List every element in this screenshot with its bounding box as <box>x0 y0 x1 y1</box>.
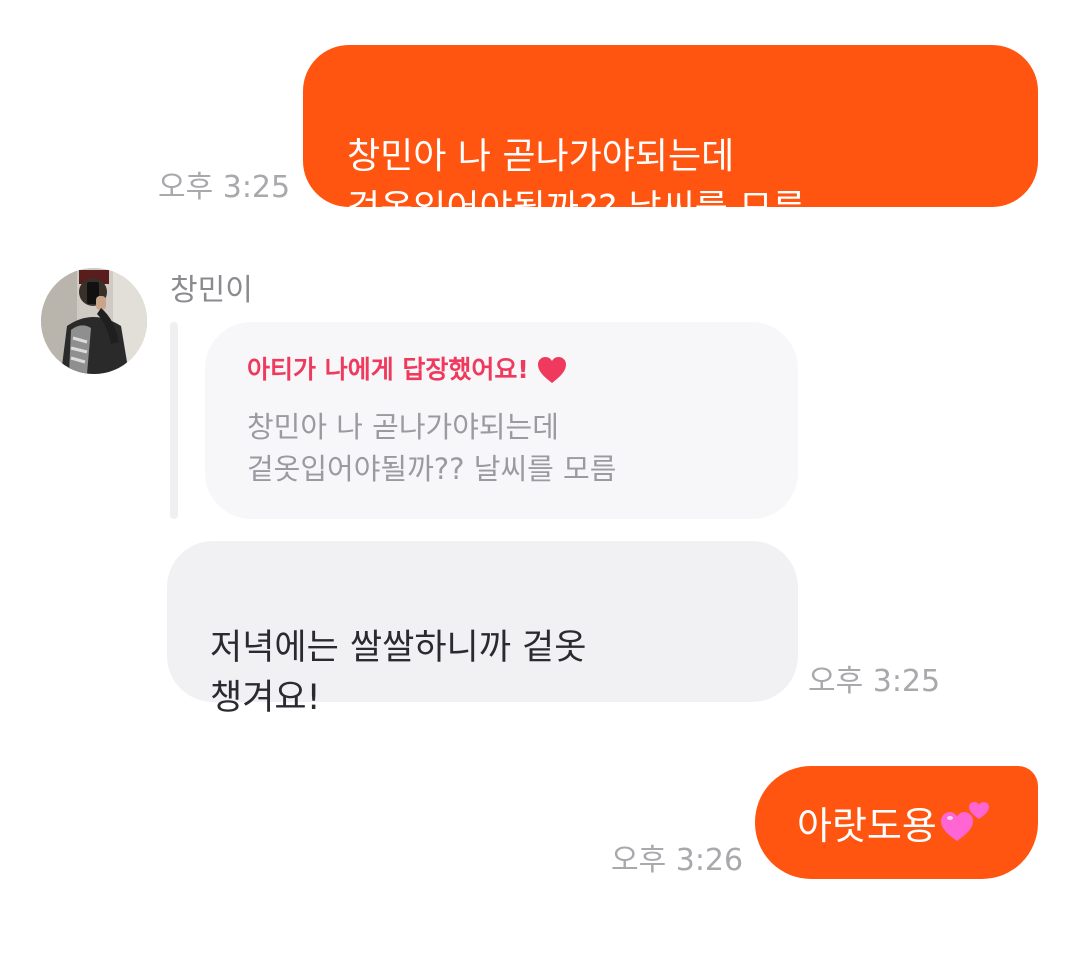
message-timestamp: 오후 3:26 <box>611 843 744 878</box>
profile-photo <box>41 268 147 374</box>
quote-bar <box>170 322 178 519</box>
two-hearts-icon <box>940 801 989 841</box>
message-text: 창민아 나 곧나가야되는데 겉옷입어야될까?? 날씨를 모름 <box>347 136 806 229</box>
message-timestamp: 오후 3:25 <box>808 664 941 699</box>
outgoing-message-bubble[interactable]: 아랏도용 <box>755 766 1038 879</box>
message-timestamp: 오후 3:25 <box>158 170 291 205</box>
reply-quote-text: 창민아 나 곧나가야되는데 겉옷입어야될까?? 날씨를 모름 <box>247 410 617 486</box>
reply-quote-header-text: 아티가 나에게 답장했어요! <box>247 355 529 384</box>
reply-quote[interactable]: 아티가 나에게 답장했어요! 창민아 나 곧나가야되는데 겉옷입어야될까?? 날… <box>205 322 798 519</box>
message-text: 저녁에는 쌀쌀하니까 겉옷 챙겨요! <box>210 628 587 718</box>
message-text: 아랏도용 <box>797 804 937 848</box>
outgoing-message-bubble[interactable]: 창민아 나 곧나가야되는데 겉옷입어야될까?? 날씨를 모름 <box>303 45 1038 229</box>
sender-name: 창민이 <box>170 273 253 308</box>
avatar[interactable] <box>41 268 147 374</box>
heart-icon <box>537 357 566 383</box>
incoming-message-bubble[interactable]: 저녁에는 쌀쌀하니까 겉옷 챙겨요! <box>167 541 798 718</box>
reply-quote-header: 아티가 나에게 답장했어요! <box>247 350 768 390</box>
